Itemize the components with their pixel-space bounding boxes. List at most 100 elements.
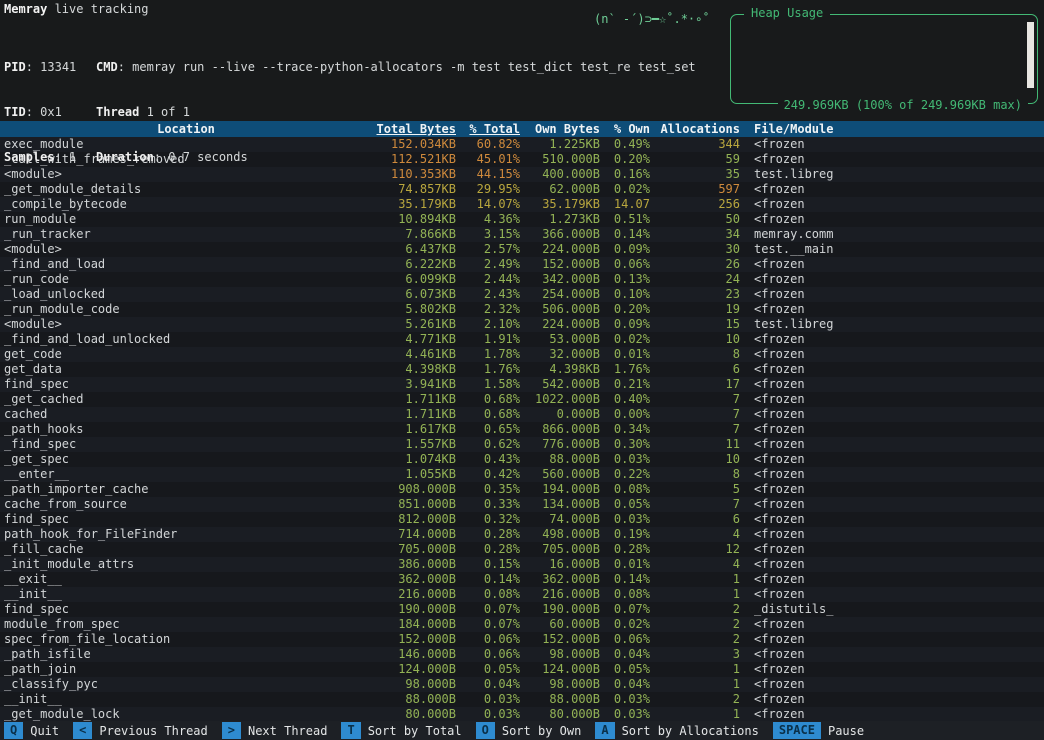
location-cell: find_spec <box>4 602 70 616</box>
allocations-cell: 15 <box>725 317 740 331</box>
allocations-cell: 50 <box>725 212 740 226</box>
file-module-cell: <frozen <box>754 557 805 571</box>
pct-own-cell: 0.14% <box>613 227 650 241</box>
allocations-cell: 1 <box>732 707 740 721</box>
own-bytes-cell: 74.000B <box>549 512 600 526</box>
file-module-cell: <frozen <box>754 257 805 271</box>
key-badge[interactable]: A <box>595 722 615 739</box>
key-badge[interactable]: < <box>73 722 93 739</box>
total-bytes-cell: 190.000B <box>398 602 456 616</box>
pct-total-cell: 4.36% <box>483 212 520 226</box>
location-cell: spec_from_file_location <box>4 632 171 646</box>
key-badge[interactable]: O <box>475 722 495 739</box>
pct-own-cell: 0.21% <box>613 377 650 391</box>
pct-own-cell: 0.05% <box>613 662 650 676</box>
pct-total-cell: 0.32% <box>483 512 520 526</box>
footer-key-next-thread[interactable]: > Next Thread <box>221 722 336 739</box>
file-module-cell: <frozen <box>754 392 805 406</box>
own-bytes-cell: 60.000B <box>549 617 600 631</box>
key-badge[interactable]: SPACE <box>772 722 821 739</box>
allocations-cell: 4 <box>732 557 740 571</box>
pct-total-cell: 0.35% <box>483 482 520 496</box>
heap-usage-title: Heap Usage <box>744 6 831 20</box>
table-row: module_from_spec 184.000B 0.07% 60.000B 0.02… <box>0 617 1044 632</box>
file-module-cell: memray.comm <box>754 227 834 241</box>
file-module-cell: <frozen <box>754 302 805 316</box>
allocations-cell: 11 <box>725 437 740 451</box>
footer-key-sort-by-own[interactable]: O Sort by Own <box>475 722 590 739</box>
footer-key-previous-thread[interactable]: < Previous Thread <box>73 722 216 739</box>
pct-own-cell: 0.14% <box>613 572 650 586</box>
table-row: <module> 5.261KB 2.10% 224.000B 0.09% 15 test.… <box>0 317 1044 332</box>
total-bytes-cell: 98.000B <box>405 677 456 691</box>
total-bytes-cell: 1.055KB <box>405 467 456 481</box>
location-cell: _find_spec <box>4 437 77 451</box>
location-cell: _path_isfile <box>4 647 91 661</box>
file-module-cell: <frozen <box>754 212 805 226</box>
total-bytes-cell: 1.711KB <box>405 407 456 421</box>
allocations-cell: 3 <box>732 647 740 661</box>
allocations-cell: 7 <box>732 407 740 421</box>
pct-total-cell: 0.03% <box>483 692 520 706</box>
total-bytes-cell: 6.437KB <box>405 242 456 256</box>
location-cell: _get_spec <box>4 452 70 466</box>
location-cell: __init__ <box>4 692 62 706</box>
file-module-cell: <frozen <box>754 647 805 661</box>
footer-key-sort-by-allocations[interactable]: A Sort by Allocations <box>595 722 767 739</box>
header-section: Memray live tracking (n` -´)⊃━☆˚.*·∘˚ PI… <box>0 0 1044 164</box>
table-row: spec_from_file_location 152.000B 0.06% 152.… <box>0 632 1044 647</box>
pct-own-cell: 0.03% <box>613 452 650 466</box>
location-cell: _run_code <box>4 272 70 286</box>
location-cell: __init__ <box>4 587 62 601</box>
pct-own-cell: 0.19% <box>613 527 650 541</box>
pct-own-cell: 1.76% <box>613 362 650 376</box>
footer-key-pause[interactable]: SPACE Pause <box>772 722 872 739</box>
total-bytes-cell: 1.617KB <box>405 422 456 436</box>
allocations-cell: 1 <box>732 587 740 601</box>
total-bytes-cell: 1.711KB <box>405 392 456 406</box>
process-stats: PID: 13341 CMD: memray run --live --trac… <box>4 30 696 195</box>
allocations-cell: 4 <box>732 527 740 541</box>
pct-own-cell: 0.04% <box>613 647 650 661</box>
location-cell: cache_from_source <box>4 497 127 511</box>
total-bytes-cell: 851.000B <box>398 497 456 511</box>
file-module-cell: <frozen <box>754 617 805 631</box>
file-module-cell: <frozen <box>754 407 805 421</box>
key-badge[interactable]: Q <box>4 722 24 739</box>
table-row: cached 1.711KB 0.68% 0.000B 0.00% 7 <frozen <box>0 407 1044 422</box>
table-row: _fill_cache 705.000B 0.28% 705.000B 0.28% 12 <… <box>0 542 1044 557</box>
own-bytes-cell: 16.000B <box>549 557 600 571</box>
pct-own-cell: 0.02% <box>613 617 650 631</box>
total-bytes-cell: 216.000B <box>398 587 456 601</box>
pct-total-cell: 2.43% <box>483 287 520 301</box>
location-cell: module_from_spec <box>4 617 120 631</box>
total-bytes-cell: 908.000B <box>398 482 456 496</box>
table-row: _compile_bytecode 35.179KB 14.07% 35.179KB 1… <box>0 197 1044 212</box>
allocations-cell: 24 <box>725 272 740 286</box>
file-module-cell: <frozen <box>754 332 805 346</box>
file-module-cell: <frozen <box>754 197 805 211</box>
pct-own-cell: 0.13% <box>613 272 650 286</box>
location-cell: __enter__ <box>4 467 70 481</box>
footer-key-quit[interactable]: Q Quit <box>4 722 67 739</box>
total-bytes-cell: 88.000B <box>405 692 456 706</box>
pct-own-cell: 0.20% <box>613 302 650 316</box>
own-bytes-cell: 98.000B <box>549 677 600 691</box>
footer-key-sort-by-total[interactable]: T Sort by Total <box>341 722 469 739</box>
own-bytes-cell: 224.000B <box>542 317 600 331</box>
file-module-cell: test.libreg <box>754 317 834 331</box>
total-bytes-cell: 714.000B <box>398 527 456 541</box>
pct-own-cell: 0.40% <box>613 392 650 406</box>
allocations-cell: 1 <box>732 677 740 691</box>
key-badge[interactable]: T <box>341 722 361 739</box>
location-cell: __exit__ <box>4 572 62 586</box>
location-cell: _run_tracker <box>4 227 91 241</box>
location-cell: _init_module_attrs <box>4 557 135 571</box>
total-bytes-cell: 4.461KB <box>405 347 456 361</box>
file-module-cell: <frozen <box>754 512 805 526</box>
pct-own-cell: 0.06% <box>613 257 650 271</box>
location-cell: _get_module_lock <box>4 707 120 721</box>
table-row: _path_join 124.000B 0.05% 124.000B 0.05% 1 <fr… <box>0 662 1044 677</box>
key-badge[interactable]: > <box>221 722 241 739</box>
allocations-cell: 2 <box>732 617 740 631</box>
